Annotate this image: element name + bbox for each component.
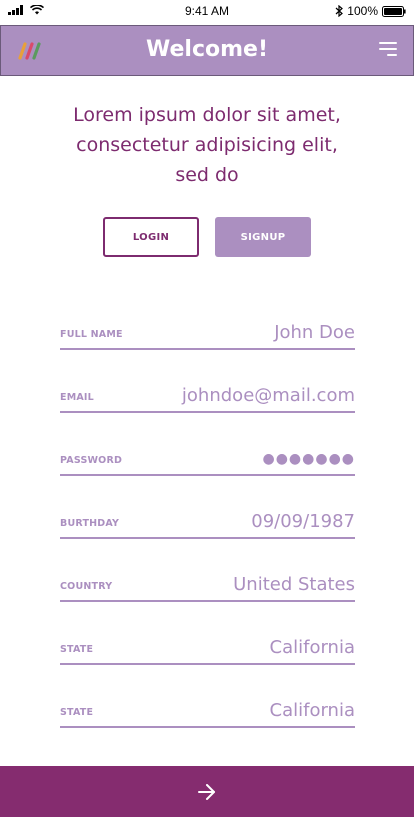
field-label: BURTHDAY: [60, 518, 120, 529]
bluetooth-icon: [335, 5, 344, 17]
password-input[interactable]: ●●●●●●●: [262, 451, 355, 467]
full-name-field[interactable]: FULL NAME John Doe: [60, 310, 355, 350]
country-field[interactable]: COUNTRY United States: [60, 562, 355, 602]
country-select[interactable]: United States: [233, 574, 355, 595]
login-button[interactable]: LOGIN: [103, 217, 199, 257]
field-label: EMAIL: [60, 392, 94, 403]
field-label: COUNTRY: [60, 581, 113, 592]
birthday-field[interactable]: BURTHDAY 09/09/1987: [60, 499, 355, 539]
field-label: FULL NAME: [60, 329, 123, 340]
field-label: PASSWORD: [60, 455, 123, 466]
app-header: Welcome!: [0, 25, 414, 76]
battery-icon: [382, 5, 406, 17]
field-label: STATE: [60, 707, 94, 718]
battery-percent: 100%: [347, 4, 378, 18]
email-input[interactable]: johndoe@mail.com: [182, 385, 355, 406]
birthday-input[interactable]: 09/09/1987: [251, 511, 355, 532]
status-bar-right: 100%: [335, 4, 406, 18]
state-select[interactable]: California: [270, 637, 355, 658]
page-title: Welcome!: [146, 37, 268, 62]
hamburger-menu-icon[interactable]: [379, 42, 397, 58]
password-field[interactable]: PASSWORD ●●●●●●●: [60, 436, 355, 476]
arrow-right-icon: [198, 783, 215, 800]
status-bar: 9:41 AM 100%: [0, 0, 414, 25]
full-name-input[interactable]: John Doe: [274, 322, 355, 343]
state-field[interactable]: STATE California: [60, 625, 355, 665]
state-select[interactable]: California: [270, 700, 355, 721]
field-label: STATE: [60, 644, 94, 655]
intro-text: Lorem ipsum dolor sit amet, consectetur …: [73, 104, 341, 186]
next-button[interactable]: [0, 766, 414, 817]
email-field[interactable]: EMAIL johndoe@mail.com: [60, 373, 355, 413]
signup-button[interactable]: SIGNUP: [215, 217, 311, 257]
state-field[interactable]: STATE California: [60, 688, 355, 728]
